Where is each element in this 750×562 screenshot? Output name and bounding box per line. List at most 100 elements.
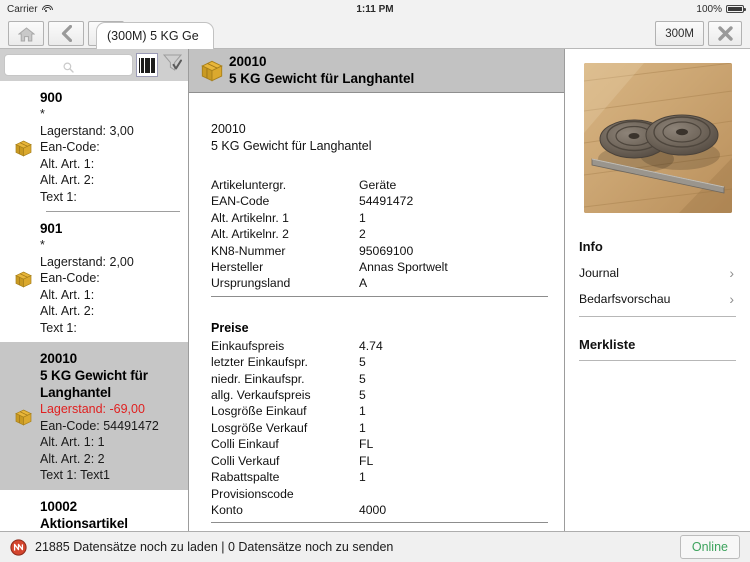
detail-header-name: 5 KG Gewicht für Langhantel bbox=[229, 71, 415, 86]
detail-row: Alt. Artikelnr. 1 1 bbox=[211, 210, 548, 226]
list-item-stock: Lagerstand: 3,00 bbox=[40, 123, 134, 138]
document-tab[interactable]: (300M) 5 KG Ge bbox=[96, 22, 214, 49]
detail-row: Provisionscode bbox=[211, 486, 548, 502]
detail-row-key: Provisionscode bbox=[211, 486, 294, 501]
detail-row: niedr. Einkaufspr. 5 bbox=[211, 371, 548, 387]
detail-row-value: 1 bbox=[359, 470, 366, 485]
list-item-number: 20010 bbox=[40, 351, 78, 366]
detail-header-number: 20010 bbox=[229, 54, 267, 69]
detail-row-key: Colli Verkauf bbox=[211, 453, 280, 468]
detail-row-value: 4000 bbox=[359, 502, 387, 517]
detail-row-value: 5 bbox=[359, 355, 366, 370]
info-row-journal[interactable]: Journal › bbox=[579, 260, 736, 286]
home-icon bbox=[18, 26, 35, 41]
filter-button[interactable] bbox=[160, 53, 184, 77]
detail-header-text: 20010 5 KG Gewicht für Langhantel bbox=[229, 54, 564, 87]
prices-section-title: Preise bbox=[211, 320, 249, 335]
detail-row-value: Geräte bbox=[359, 178, 397, 192]
module-button[interactable]: 300M bbox=[655, 21, 704, 46]
list-item-alt2: Alt. Art. 2: bbox=[40, 173, 95, 187]
toolbar-right-buttons: 300M bbox=[655, 21, 742, 46]
detail-row-key: Alt. Artikelnr. 1 bbox=[211, 210, 289, 225]
sidebar-search-row bbox=[0, 49, 188, 81]
list-item-alt1: Alt. Art. 1: 1 bbox=[40, 435, 105, 449]
list-item-body: 10002 Aktionsartikel Lagerstand: -4,00 E… bbox=[40, 498, 182, 532]
list-item-name: * bbox=[40, 238, 45, 252]
status-right: 100% bbox=[696, 0, 746, 18]
package-box-icon bbox=[195, 60, 229, 82]
back-button[interactable] bbox=[48, 21, 84, 46]
filter-funnel-icon bbox=[162, 52, 183, 78]
close-button[interactable] bbox=[708, 21, 742, 46]
detail-row-value bbox=[359, 486, 548, 502]
detail-row-key: Einkaufspreis bbox=[211, 338, 285, 353]
detail-row: Ursprungsland A bbox=[211, 275, 548, 291]
home-button[interactable] bbox=[8, 21, 44, 46]
list-item-name: * bbox=[40, 107, 45, 121]
clock-label: 1:11 PM bbox=[356, 3, 394, 15]
detail-row: Rabattspalte 1 bbox=[211, 469, 548, 485]
list-item-name: 5 KG Gewicht für Langhantel bbox=[40, 368, 148, 400]
list-item[interactable]: 10002 Aktionsartikel Lagerstand: -4,00 E… bbox=[0, 489, 188, 532]
detail-header: 20010 5 KG Gewicht für Langhantel bbox=[189, 49, 564, 93]
list-item-selected[interactable]: 20010 5 KG Gewicht für Langhantel Lagers… bbox=[0, 342, 188, 490]
detail-pane: 20010 5 KG Gewicht für Langhantel 20010 … bbox=[188, 49, 565, 531]
detail-row-value: A bbox=[359, 276, 368, 291]
merkliste-section-title: Merkliste bbox=[579, 337, 636, 352]
detail-row-key: Losgröße Verkauf bbox=[211, 420, 308, 435]
list-item-name: Aktionsartikel bbox=[40, 515, 128, 531]
list-item-text1: Text 1: Text1 bbox=[40, 468, 110, 482]
list-item-ean: Ean-Code: bbox=[40, 140, 100, 154]
detail-row: EAN-Code 54491472 bbox=[211, 193, 548, 209]
detail-row-value: 2 bbox=[359, 227, 366, 242]
list-item-number: 901 bbox=[40, 221, 63, 236]
list-item-body: 901 * Lagerstand: 2,00 Ean-Code: Alt. Ar… bbox=[40, 220, 182, 336]
detail-row-value: 1 bbox=[359, 404, 366, 419]
list-item-stock: Lagerstand: 2,00 bbox=[40, 254, 134, 269]
search-input[interactable] bbox=[5, 55, 132, 75]
battery-percent-label: 100% bbox=[696, 3, 722, 15]
package-box-icon bbox=[6, 220, 40, 336]
list-item-stock: Lagerstand: -69,00 bbox=[40, 402, 145, 416]
detail-content[interactable]: 20010 5 KG Gewicht für Langhantel Artike… bbox=[189, 93, 564, 531]
detail-row: Konto 4000 bbox=[211, 502, 548, 518]
detail-row: letzter Einkaufspr. 5 bbox=[211, 354, 548, 370]
list-item-alt2: Alt. Art. 2: bbox=[40, 304, 95, 318]
ios-status-bar: Carrier 1:11 PM 100% bbox=[0, 0, 750, 18]
detail-row-key: Rabattspalte bbox=[211, 470, 280, 485]
merkliste-divider bbox=[579, 360, 736, 361]
detail-row: Losgröße Einkauf 1 bbox=[211, 403, 548, 419]
list-item[interactable]: 900 * Lagerstand: 3,00 Ean-Code: Alt. Ar… bbox=[0, 81, 188, 211]
detail-row-key: Ursprungsland bbox=[211, 276, 291, 291]
detail-article-number: 20010 bbox=[211, 122, 246, 136]
list-item-body: 900 * Lagerstand: 3,00 Ean-Code: Alt. Ar… bbox=[40, 89, 182, 205]
info-pane: Info Journal › Bedarfsvorschau › Merklis… bbox=[565, 49, 750, 531]
package-box-icon bbox=[6, 89, 40, 205]
info-row-label: Journal bbox=[579, 266, 619, 280]
detail-row-value: FL bbox=[359, 453, 374, 468]
sync-status: 21885 Datensätze noch zu laden | 0 Daten… bbox=[0, 538, 680, 556]
list-item-number: 900 bbox=[40, 90, 63, 105]
package-box-icon bbox=[6, 350, 40, 484]
list-item[interactable]: 901 * Lagerstand: 2,00 Ean-Code: Alt. Ar… bbox=[0, 212, 188, 342]
detail-row-value: 5 bbox=[359, 388, 366, 403]
info-row-bedarfsvorschau[interactable]: Bedarfsvorschau › bbox=[579, 286, 736, 312]
search-field-wrap[interactable] bbox=[4, 54, 133, 76]
detail-row: Colli Einkauf FL bbox=[211, 436, 548, 452]
list-item-alt1: Alt. Art. 1: bbox=[40, 156, 95, 171]
connection-status-label: Online bbox=[691, 540, 728, 554]
detail-row-value: 4.74 bbox=[359, 338, 383, 353]
battery-full-icon bbox=[726, 4, 746, 14]
list-item-alt1: Alt. Art. 1: bbox=[40, 287, 95, 302]
barcode-scan-button[interactable] bbox=[136, 53, 158, 77]
detail-row: Artikeluntergr. Geräte bbox=[211, 177, 548, 193]
detail-article-name: 5 KG Gewicht für Langhantel bbox=[211, 139, 372, 153]
detail-row-value: 5 bbox=[359, 371, 366, 386]
detail-row: KN8-Nummer 95069100 bbox=[211, 243, 548, 259]
list-item-text1: Text 1: bbox=[40, 189, 77, 204]
connection-status-badge[interactable]: Online bbox=[679, 535, 740, 559]
article-list[interactable]: 900 * Lagerstand: 3,00 Ean-Code: Alt. Ar… bbox=[0, 81, 188, 531]
package-box-icon bbox=[6, 498, 40, 532]
